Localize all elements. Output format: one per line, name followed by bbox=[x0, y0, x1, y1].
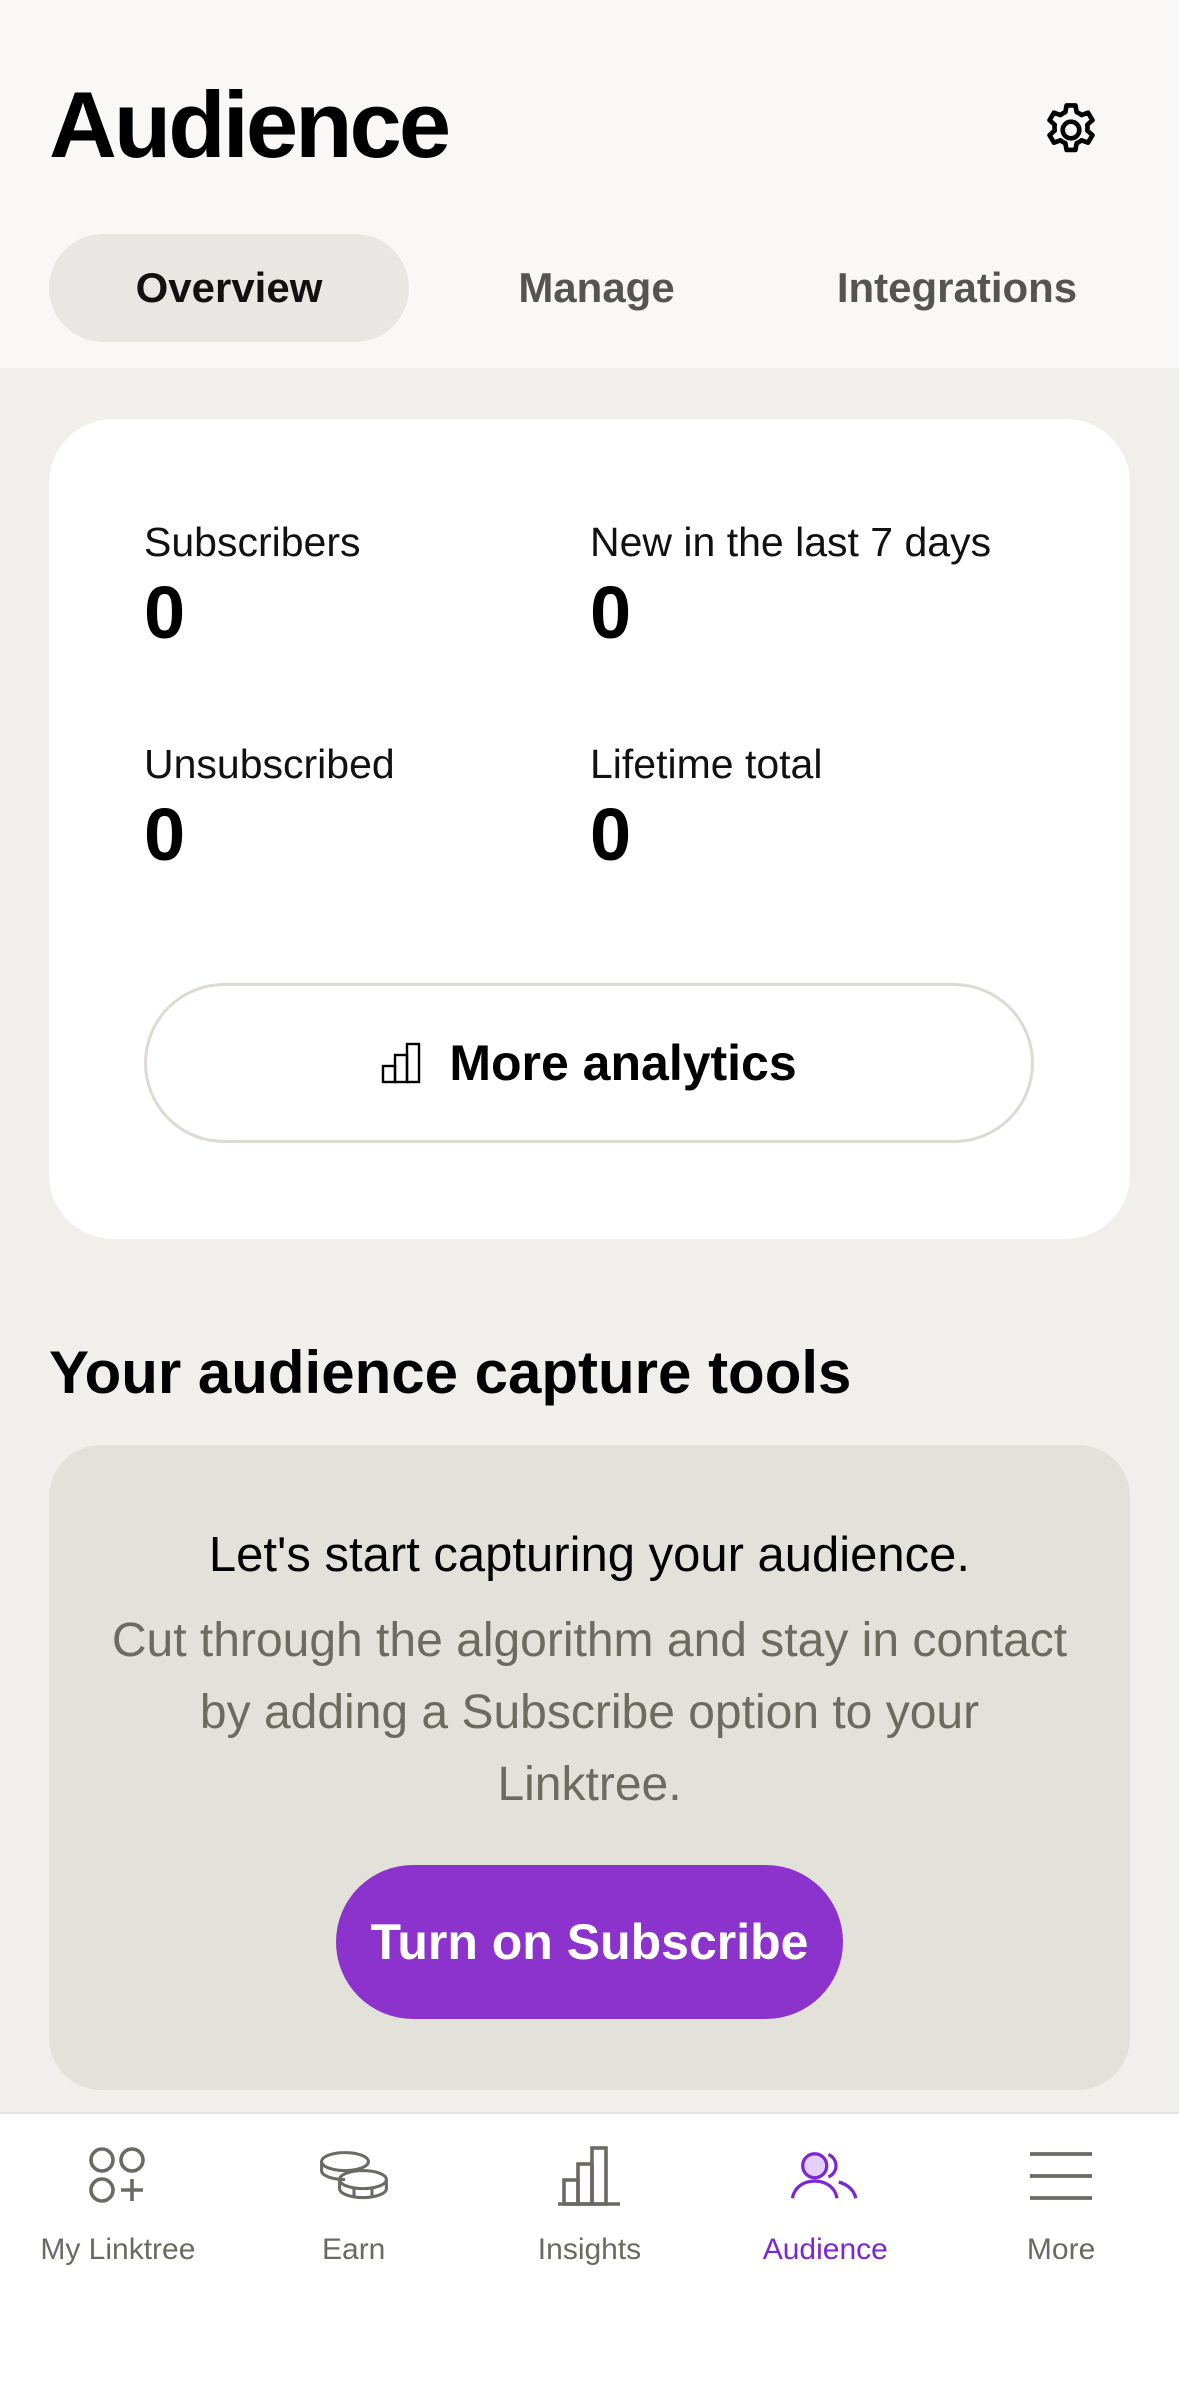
section-title: Your audience capture tools bbox=[49, 1339, 852, 1406]
stats-card: Subscribers 0 New in the last 7 days 0 U… bbox=[49, 419, 1130, 1239]
more-analytics-button[interactable]: More analytics bbox=[144, 983, 1034, 1143]
stat-label: Lifetime total bbox=[590, 741, 823, 787]
header: Audience Overview Manage Integrations bbox=[0, 0, 1179, 368]
capture-description: Cut through the algorithm and stay in co… bbox=[111, 1614, 1068, 1811]
bar-chart-icon bbox=[558, 2146, 621, 2206]
page-title: Audience bbox=[49, 72, 451, 177]
tab-bar: Overview Manage Integrations bbox=[49, 234, 1130, 342]
nav-audience[interactable]: Audience bbox=[707, 2114, 943, 2274]
nav-insights[interactable]: Insights bbox=[472, 2114, 708, 2274]
menu-icon bbox=[1030, 2152, 1093, 2200]
nav-more[interactable]: More bbox=[943, 2114, 1179, 2274]
capture-card: Let's start capturing your audience. Cut… bbox=[49, 1445, 1130, 2090]
bottom-nav: My Linktree Earn Insights Audience More bbox=[0, 2112, 1179, 2396]
stat-value: 0 bbox=[590, 571, 632, 654]
people-icon bbox=[791, 2152, 858, 2199]
stat-new-last-7-days: New in the last 7 days 0 bbox=[590, 517, 991, 655]
stat-label: Subscribers bbox=[144, 519, 361, 565]
stat-label: New in the last 7 days bbox=[590, 519, 992, 565]
nav-earn[interactable]: Earn bbox=[236, 2114, 472, 2274]
more-analytics-label: More analytics bbox=[449, 1035, 797, 1091]
nav-label: Earn bbox=[322, 2233, 386, 2266]
nav-label: Insights bbox=[537, 2233, 642, 2266]
gear-icon bbox=[1047, 103, 1095, 153]
nav-label: More bbox=[1026, 2233, 1096, 2266]
tab-integrations[interactable]: Integrations bbox=[784, 234, 1130, 342]
nav-label: My Linktree bbox=[40, 2233, 196, 2266]
nav-label: Audience bbox=[762, 2233, 888, 2266]
linktree-icon bbox=[89, 2147, 145, 2203]
capture-title: Let's start capturing your audience. bbox=[208, 1528, 971, 1582]
stat-unsubscribed: Unsubscribed 0 bbox=[144, 739, 395, 877]
nav-my-linktree[interactable]: My Linktree bbox=[0, 2114, 236, 2274]
coins-icon bbox=[319, 2151, 388, 2200]
tab-manage[interactable]: Manage bbox=[409, 234, 784, 342]
stat-subscribers: Subscribers 0 bbox=[144, 517, 360, 655]
tab-overview[interactable]: Overview bbox=[49, 234, 409, 342]
bar-chart-icon bbox=[382, 1042, 421, 1084]
stat-value: 0 bbox=[144, 793, 186, 876]
settings-button[interactable] bbox=[1036, 95, 1106, 165]
turn-on-subscribe-button[interactable]: Turn on Subscribe bbox=[336, 1865, 843, 2019]
stat-lifetime-total: Lifetime total 0 bbox=[590, 739, 822, 877]
stat-value: 0 bbox=[144, 571, 186, 654]
stat-value: 0 bbox=[590, 793, 632, 876]
stat-label: Unsubscribed bbox=[144, 741, 395, 787]
